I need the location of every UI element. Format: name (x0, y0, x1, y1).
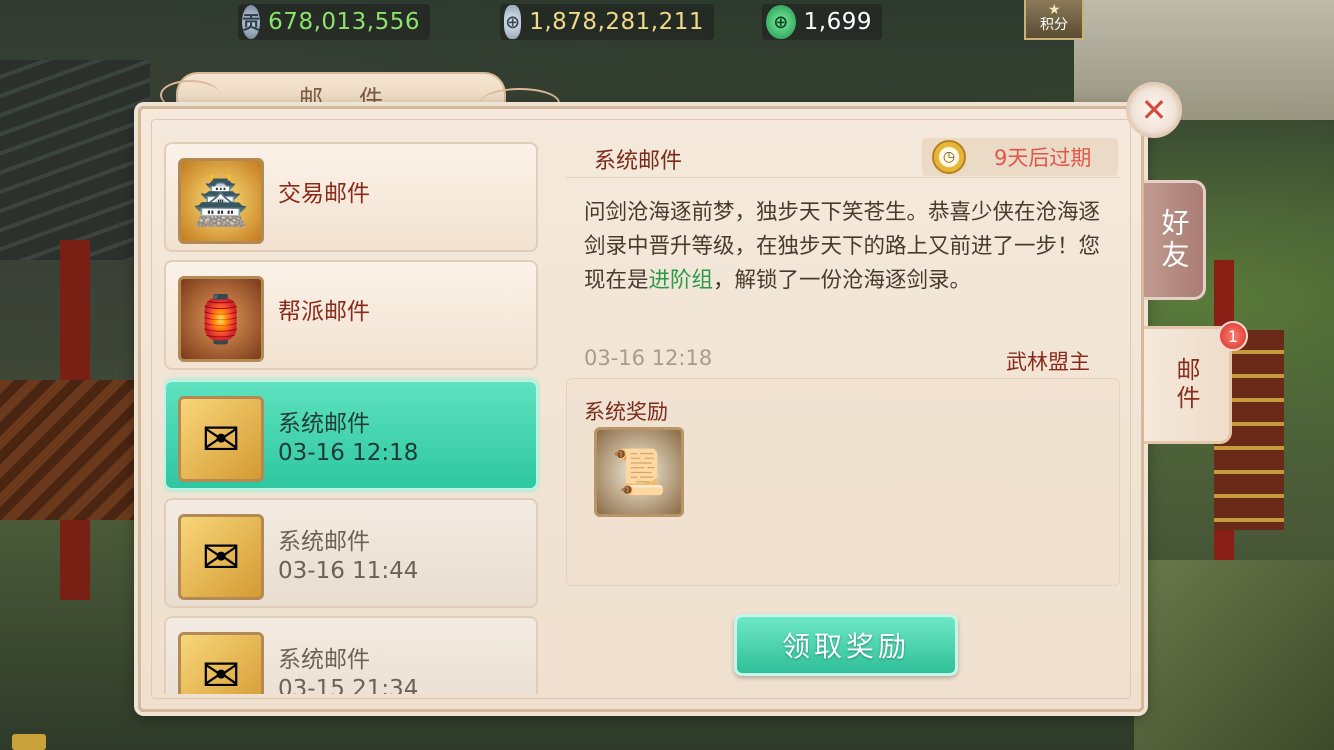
silver-ingot-icon: ⊕ (504, 5, 522, 39)
sealed-envelope-icon: ✉ (178, 396, 264, 482)
silver-value: 1,878,281,211 (529, 9, 704, 35)
mail-item-guild[interactable]: 🏮 帮派邮件 (164, 260, 538, 370)
mail-item-system[interactable]: ✉ 系统邮件 03-16 11:44 (164, 498, 538, 608)
mail-body-text-end: ，解锁了一份沧海逐剑录。 (713, 268, 972, 293)
opened-envelope-icon: ✉ (178, 514, 264, 600)
detail-title: 系统邮件 (594, 149, 683, 174)
opened-envelope-icon: ✉ (178, 632, 264, 694)
background-roof (0, 60, 150, 260)
exp-bar-icon (12, 734, 46, 750)
claim-reward-label: 领取奖励 (781, 630, 910, 663)
mail-item-date: 03-15 21:34 (278, 676, 419, 694)
mail-item-system[interactable]: ✉ 系统邮件 03-15 21:34 (164, 616, 538, 694)
close-button[interactable]: ✕ (1126, 82, 1182, 138)
mail-item-system-selected[interactable]: ✉ 系统邮件 03-16 12:18 (164, 380, 538, 490)
mail-list[interactable]: 🏯 交易邮件 🏮 帮派邮件 ✉ 系统邮件 03-16 12:18 ✉ 系统邮件 … (164, 138, 540, 694)
mail-item-name: 帮派邮件 (278, 299, 370, 325)
contribution-counter: 贡 678,013,556 (238, 4, 430, 40)
tab-mail[interactable]: 邮件 (1144, 326, 1232, 444)
silver-counter[interactable]: ⊕ 1,878,281,211 (500, 4, 714, 40)
notification-badge: 1 (1218, 321, 1248, 351)
jade-value: 1,699 (803, 9, 872, 35)
claim-reward-button[interactable]: 领取奖励 (734, 614, 958, 676)
mail-item-date: 03-16 11:44 (278, 558, 419, 584)
star-icon: ★ (1048, 2, 1061, 18)
mail-body: 问剑沧海逐前梦，独步天下笑苍生。恭喜少侠在沧海逐剑录中晋升等级，在独步天下的路上… (584, 196, 1104, 298)
jade-counter[interactable]: ⊕ 1,699 (762, 4, 882, 40)
guild-mail-icon: 🏮 (178, 276, 264, 362)
close-icon: ✕ (1140, 91, 1168, 129)
tab-mail-label: 邮件 (1172, 357, 1200, 413)
mail-item-name: 系统邮件 (278, 647, 370, 673)
mail-item-name: 系统邮件 (278, 529, 370, 555)
tab-friends-label: 好友 (1157, 208, 1191, 272)
mail-item-trade[interactable]: 🏯 交易邮件 (164, 142, 538, 252)
background-garden (1134, 560, 1334, 750)
scroll-reward-icon[interactable]: 📜 (594, 427, 684, 517)
trade-mail-icon: 🏯 (178, 158, 264, 244)
contribution-icon: 贡 (242, 5, 261, 39)
reward-title: 系统奖励 (584, 400, 668, 424)
mail-item-name: 系统邮件 (278, 411, 370, 437)
mail-sender: 武林盟主 (1006, 350, 1090, 374)
background-building (0, 380, 140, 520)
mail-body-highlight: 进阶组 (648, 268, 714, 293)
expire-text: 9天后过期 (994, 146, 1092, 170)
mail-date: 03-16 12:18 (584, 346, 713, 370)
jade-icon: ⊕ (766, 5, 796, 39)
mail-item-name: 交易邮件 (278, 181, 370, 207)
background-building-right (1074, 0, 1334, 120)
tab-friends[interactable]: 好友 (1144, 180, 1206, 300)
contribution-value: 678,013,556 (268, 9, 420, 35)
mail-item-date: 03-16 12:18 (278, 440, 419, 466)
expire-badge: ◷ 9天后过期 (922, 138, 1118, 176)
alarm-clock-icon: ◷ (932, 140, 966, 174)
points-button[interactable]: ★ 积分 (1024, 0, 1084, 40)
